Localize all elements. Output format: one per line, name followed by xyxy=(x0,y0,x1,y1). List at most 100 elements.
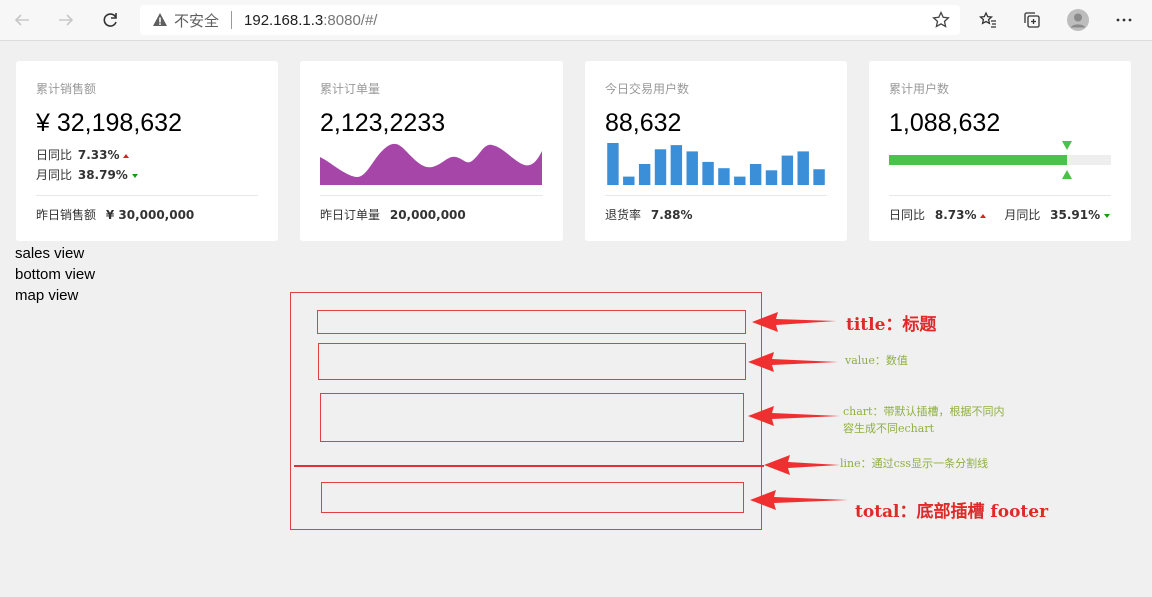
footer-label: 昨日销售额 xyxy=(36,208,97,222)
card-divider xyxy=(320,195,543,196)
annotation-chart-line2: 容生成不同echart xyxy=(843,422,934,435)
refresh-icon xyxy=(103,13,117,27)
footer-label: 退货率 xyxy=(605,208,642,222)
card-today-users: 今日交易用户数 88,632 退货率 7.88% xyxy=(585,61,847,241)
card-value: 88,632 xyxy=(605,109,682,137)
avatar-icon xyxy=(1067,9,1089,31)
progress-marker-top-icon xyxy=(1061,141,1072,150)
address-bar[interactable]: 不安全 192.168.1.3:8080/#/ xyxy=(140,5,960,35)
bottom-view-text: bottom view xyxy=(15,266,96,283)
footer-value: 20,000,000 xyxy=(389,208,466,222)
day-compare-label: 日同比 xyxy=(36,148,73,162)
bar xyxy=(623,176,635,185)
card-footer: 日同比 8.73% 月同比 35.91% xyxy=(889,207,1111,223)
trend-down-icon xyxy=(131,173,138,178)
diagram-value-box xyxy=(318,343,746,380)
annotation-title: title：标题 xyxy=(846,315,937,335)
arrow-chart xyxy=(748,406,840,426)
url-path: :8080/#/ xyxy=(323,11,378,29)
card-value: 2,123,2233 xyxy=(320,109,446,137)
card-divider xyxy=(36,195,258,196)
bar xyxy=(749,164,762,185)
annotation-total: total：底部插槽 footer xyxy=(855,502,1049,522)
bar xyxy=(781,155,794,185)
card-title: 今日交易用户数 xyxy=(605,82,690,96)
card-value: 1,088,632 xyxy=(889,109,1001,137)
diagram-divider-line xyxy=(294,465,764,467)
card-total-orders: 累计订单量 2,123,2233 昨日订单量 20,000,000 xyxy=(300,61,563,241)
annotation-chart-line1: chart：带默认插槽，根据不同内 xyxy=(843,405,1005,418)
bar xyxy=(607,143,619,185)
card-divider xyxy=(605,195,827,196)
day-compare-value: 7.33% xyxy=(77,148,120,162)
bar xyxy=(638,164,651,185)
card-total-sales: 累计销售额 ¥ 32,198,632 日同比 7.33% 月同比 38.79% … xyxy=(16,61,278,241)
map-view-text: map view xyxy=(15,287,79,304)
user-bar-chart xyxy=(607,143,825,185)
bar xyxy=(670,145,683,185)
month-compare-label: 月同比 xyxy=(1004,208,1041,222)
card-title: 累计订单量 xyxy=(320,82,381,96)
collections-icon[interactable] xyxy=(1022,10,1042,30)
url-host: 192.168.1.3 xyxy=(244,11,324,29)
footer-label: 昨日订单量 xyxy=(320,208,381,222)
annotation-value: value：数值 xyxy=(845,354,908,367)
profile-avatar[interactable] xyxy=(1066,8,1090,32)
card-footer: 昨日销售额 ¥ 30,000,000 xyxy=(36,207,258,223)
refresh-button[interactable] xyxy=(98,8,122,32)
arrow-total xyxy=(750,490,848,510)
card-title: 累计销售额 xyxy=(36,82,97,96)
annotation-arrows xyxy=(748,312,848,510)
more-menu-icon[interactable] xyxy=(1114,10,1134,30)
bar xyxy=(702,161,714,185)
annotation-line: line：通过css显示一条分割线 xyxy=(840,457,989,470)
warning-icon xyxy=(152,12,168,28)
card-divider xyxy=(889,195,1111,196)
month-compare-label: 月同比 xyxy=(36,168,73,182)
bar xyxy=(797,151,809,185)
diagram-total-box xyxy=(321,482,744,513)
order-area-chart xyxy=(320,143,542,185)
card-value: ¥ 32,198,632 xyxy=(36,109,182,137)
trend-up-icon xyxy=(980,213,987,218)
user-progress xyxy=(889,139,1111,181)
arrow-value xyxy=(748,352,838,372)
month-compare-value: 35.91% xyxy=(1050,208,1101,222)
day-compare-label: 日同比 xyxy=(889,208,926,222)
card-footer: 昨日订单量 20,000,000 xyxy=(320,207,543,223)
sales-view-text: sales view xyxy=(15,245,85,262)
trend-up-icon xyxy=(123,153,130,158)
bar xyxy=(718,168,730,185)
browser-toolbar: 不安全 192.168.1.3:8080/#/ xyxy=(0,0,1152,41)
progress-marker-bottom-icon xyxy=(1061,170,1072,179)
month-compare: 月同比 38.79% xyxy=(36,165,258,185)
bar xyxy=(654,149,667,185)
diagram-chart-box xyxy=(320,393,744,442)
arrow-right-icon xyxy=(59,14,74,26)
favorite-star-icon[interactable] xyxy=(932,10,950,29)
day-compare: 日同比 7.33% xyxy=(36,145,258,165)
day-compare-value: 8.73% xyxy=(934,208,977,222)
bar xyxy=(734,176,746,185)
card-total-users: 累计用户数 1,088,632 日同比 8.73% 月同比 35.91% xyxy=(869,61,1131,241)
trend-down-icon xyxy=(1104,213,1111,218)
bar xyxy=(765,170,778,185)
address-separator xyxy=(231,11,233,29)
footer-value: ¥ 30,000,000 xyxy=(105,208,195,222)
favorites-list-icon[interactable] xyxy=(978,10,998,30)
card-title: 累计用户数 xyxy=(889,82,950,96)
month-compare-value: 38.79% xyxy=(77,168,128,182)
back-button[interactable] xyxy=(10,8,34,32)
order-area-path xyxy=(320,143,542,185)
card-footer: 退货率 7.88% xyxy=(605,207,827,223)
insecure-label: 不安全 xyxy=(174,11,220,30)
footer-value: 7.88% xyxy=(650,208,693,222)
arrow-title xyxy=(752,312,836,332)
progress-fill xyxy=(889,155,1067,165)
bar xyxy=(813,169,825,185)
arrow-left-icon xyxy=(14,14,29,26)
diagram-title-box xyxy=(317,310,746,334)
arrow-line xyxy=(764,455,840,475)
forward-button[interactable] xyxy=(54,8,78,32)
bar xyxy=(686,151,698,185)
